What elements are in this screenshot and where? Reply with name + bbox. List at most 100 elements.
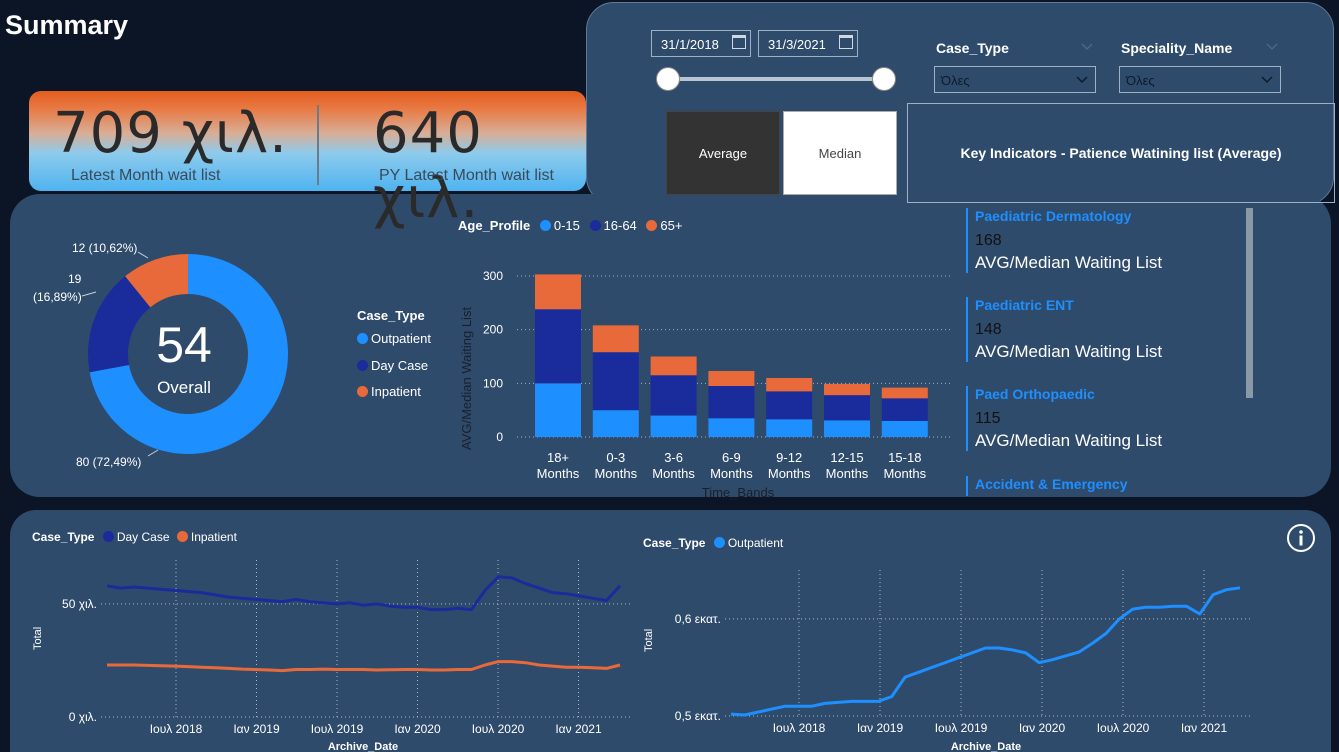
bar-x-tick-label: Months <box>594 466 637 481</box>
bar-segment-65+ <box>881 387 928 399</box>
speciality-value: 148 <box>975 321 1002 338</box>
line-x-tick-label: Ιουλ 2020 <box>472 722 525 736</box>
speciality-name: Paediatric Dermatology <box>975 208 1132 224</box>
bar-segment-65+ <box>766 377 813 392</box>
line-y-tick-label: 50 χιλ. <box>62 597 97 611</box>
line-left-legend-title: Case_Type <box>32 530 95 544</box>
speciality-name: Paed Orthopaedic <box>975 386 1095 402</box>
average-button[interactable]: Average <box>666 111 780 195</box>
donut-leader-inpatient <box>137 251 149 259</box>
legend-dot <box>539 220 551 231</box>
date-to-value: 31/3/2021 <box>768 37 826 52</box>
bar-x-tick-label: 18+ <box>547 450 569 465</box>
legend-dot <box>176 531 188 542</box>
date-slider-end-handle[interactable] <box>872 67 896 91</box>
bar-x-tick-label: 12-15 <box>830 450 863 465</box>
donut-center-value: 54 <box>156 317 212 373</box>
legend-label: Day Case <box>116 530 170 544</box>
py-latest-month-label: PY Latest Month wait list <box>379 167 554 184</box>
py-latest-month-value: 640 χιλ. <box>373 101 483 231</box>
legend-label: Day Case <box>371 358 429 373</box>
bar-y-tick-label: 0 <box>496 430 503 444</box>
speciality-value-label: AVG/Median Waiting List <box>975 253 1163 272</box>
median-button[interactable]: Median <box>783 111 897 195</box>
line-right-x-label: Archive_Date <box>951 741 1021 752</box>
line-series-day-case <box>106 575 622 612</box>
speciality-card: Paediatric Dermatology 168 AVG/Median Wa… <box>966 208 1226 273</box>
bar-x-tick-label: Months <box>652 466 695 481</box>
date-to-input[interactable]: 31/3/2021 <box>758 30 858 57</box>
bar-x-tick-label: Months <box>768 466 811 481</box>
bar-segment-16-64 <box>881 398 928 421</box>
case-type-dropdown[interactable]: Όλες <box>934 66 1096 93</box>
key-indicators-title: Key Indicators - Patience Watining list … <box>907 103 1335 203</box>
line-x-tick-label: Ιουλ 2019 <box>935 721 988 735</box>
speciality-dropdown[interactable]: Όλες <box>1119 66 1281 93</box>
donut-leader-outpatient <box>147 449 159 457</box>
legend-dot <box>357 333 368 344</box>
date-from-input[interactable]: 31/1/2018 <box>651 30 751 57</box>
info-icon[interactable] <box>1285 522 1317 554</box>
calendar-icon[interactable] <box>839 35 853 49</box>
line-x-tick-label: Ιαν 2021 <box>1181 721 1228 735</box>
bar-segment-65+ <box>824 383 870 396</box>
legend-dot <box>102 531 114 542</box>
donut-legend-daycase: Day Case <box>357 358 428 373</box>
bar-y-axis-label: AVG/Median Waiting List <box>459 307 474 450</box>
line-y-tick-label: 0,6 εκατ. <box>675 612 721 626</box>
donut-label-inpatient: 12 (10,62%) <box>72 241 137 255</box>
line-right-legend-title: Case_Type <box>643 536 706 550</box>
chevron-down-icon[interactable] <box>1080 42 1094 52</box>
bar-segment-16-64 <box>592 352 639 411</box>
line-chart-day-inpatient: Total Archive_Date Ιουλ 2018 Ιαν 2019 Ιουλ… <box>32 560 630 752</box>
speciality-card: Paediatric ENT 148 AVG/Median Waiting Li… <box>966 297 1226 362</box>
donut-leader-daycase <box>81 291 97 297</box>
line-x-tick-label: Ιουλ 2018 <box>773 721 826 735</box>
latest-month-label: Latest Month wait list <box>71 167 221 184</box>
date-slider-start-handle[interactable] <box>656 67 680 91</box>
speciality-value-label: AVG/Median Waiting List <box>975 342 1163 361</box>
bar-segment-65+ <box>708 370 755 387</box>
bar-segment-16-64 <box>650 375 697 416</box>
chevron-down-icon[interactable] <box>1265 42 1279 52</box>
line-x-tick-label: Ιουλ 2020 <box>1097 721 1150 735</box>
line-left-x-label: Archive_Date <box>328 741 398 752</box>
line-x-tick-label: Ιαν 2019 <box>857 721 904 735</box>
bar-legend-title: Age_Profile <box>458 218 531 233</box>
calendar-icon[interactable] <box>732 35 746 49</box>
bar-segment-65+ <box>535 274 581 310</box>
donut-legend-outpatient: Outpatient <box>357 331 431 346</box>
speciality-scrollbar[interactable] <box>1246 208 1253 398</box>
legend-label: 16-64 <box>603 218 637 233</box>
line-series-outpatient <box>730 586 1241 717</box>
donut-label-outpatient: 80 (72,49%) <box>76 455 141 469</box>
bar-y-tick-label: 100 <box>483 376 503 390</box>
date-from-value: 31/1/2018 <box>661 37 719 52</box>
kpi-card: 709 χιλ. Latest Month wait list 640 χιλ.… <box>29 91 586 231</box>
donut-legend-inpatient: Inpatient <box>357 384 421 399</box>
chevron-down-icon <box>1261 76 1273 84</box>
bar-x-tick-label: 3-6 <box>664 450 683 465</box>
kpi-divider <box>317 105 319 185</box>
case-type-selected: Όλες <box>941 73 970 88</box>
bar-segment-65+ <box>650 356 697 376</box>
bar-x-tick-label: 0-3 <box>606 450 625 465</box>
donut-chart: 54 Overall 12 (10,62%) 19 (16,89%) 80 (7… <box>33 241 288 469</box>
legend-label: Outpatient <box>371 331 431 346</box>
bar-x-tick-label: 9-12 <box>776 450 802 465</box>
speciality-value: 115 <box>975 410 1001 427</box>
legend-dot <box>713 537 725 548</box>
date-slider-track[interactable] <box>668 77 884 81</box>
bar-x-tick-label: Months <box>710 466 753 481</box>
bar-x-tick-label: 6-9 <box>722 450 741 465</box>
line-x-tick-label: Ιαν 2021 <box>555 722 602 736</box>
bar-segment-0-15 <box>708 418 755 437</box>
donut-legend-title: Case_Type <box>357 308 425 323</box>
donut-center-label: Overall <box>157 378 211 397</box>
line-right-y-label: Total <box>643 629 655 652</box>
bar-segment-0-15 <box>824 420 870 437</box>
bar-x-tick-label: Months <box>826 466 869 481</box>
bar-x-tick-label: Months <box>883 466 926 481</box>
latest-month-value: 709 χιλ. <box>53 101 288 166</box>
legend-dot <box>646 220 658 231</box>
